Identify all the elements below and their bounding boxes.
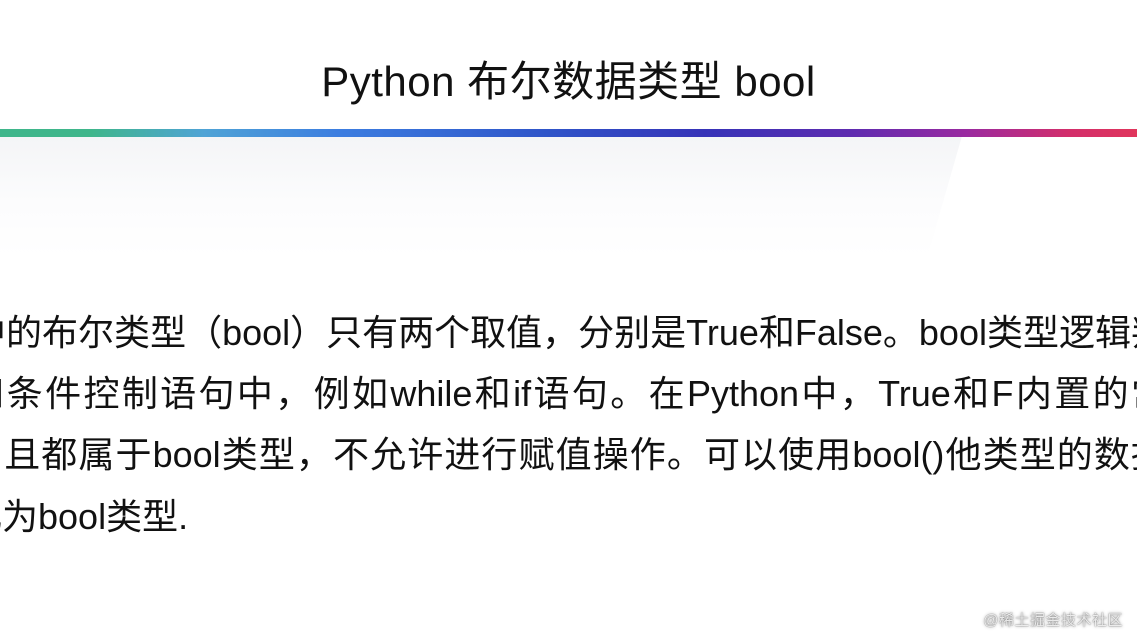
header-shadow-panel [0,137,1137,257]
watermark-text: @稀土掘金技术社区 [983,609,1123,630]
body-paragraph: on中的布尔类型（bool）只有两个取值，分别是True和False。bool类… [0,257,1137,547]
gradient-divider [0,129,1137,137]
page-title: Python 布尔数据类型 bool [0,0,1137,129]
slide-page: Python 布尔数据类型 bool on中的布尔类型（bool）只有两个取值，… [0,0,1137,640]
